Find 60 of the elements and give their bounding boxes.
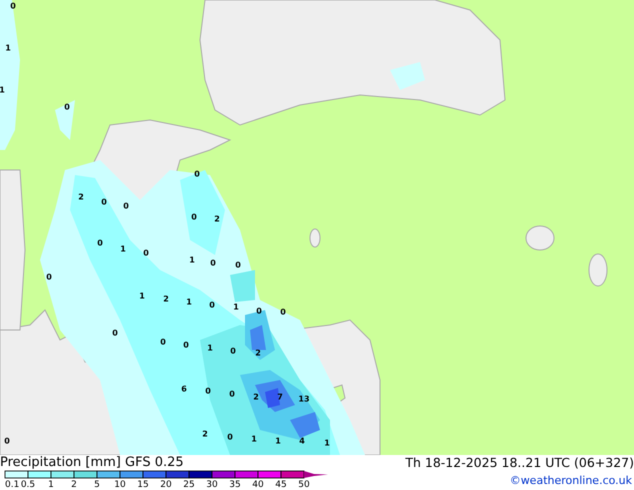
precipitation-value: 1 <box>275 436 281 446</box>
precipitation-value: 1 <box>186 298 192 306</box>
credit-link[interactable]: ©weatheronline.co.uk <box>510 474 632 487</box>
legend-tick: 2 <box>71 480 77 490</box>
precipitation-value: 0 <box>230 346 236 356</box>
precipitation-value: 4 <box>299 436 305 446</box>
precipitation-value: 0 <box>143 248 149 258</box>
legend-tick: 5 <box>94 480 100 490</box>
precipitation-value: 1 <box>233 302 239 312</box>
precipitation-value: 1 <box>0 86 5 94</box>
legend-tick: 35 <box>229 480 241 490</box>
precipitation-value: 2 <box>214 214 220 224</box>
precipitation-value: 0 <box>235 260 241 270</box>
precipitation-value: 0 <box>160 338 166 346</box>
precipitation-value: 2 <box>255 348 261 358</box>
precipitation-value: 7 <box>277 392 283 402</box>
precipitation-value: 0 <box>101 198 107 206</box>
valid-time: Th 18-12-2025 18..21 UTC (06+327) <box>405 455 634 470</box>
precipitation-value: 1 <box>120 244 126 254</box>
precipitation-value: 0 <box>227 432 233 442</box>
legend-tick: 15 <box>137 480 149 490</box>
precipitation-value: 1 <box>139 292 145 300</box>
precipitation-value: 0 <box>10 2 16 10</box>
precipitation-value: 0 <box>112 328 118 338</box>
precipitation-value: 0 <box>64 102 70 112</box>
chart-title: Precipitation [mm] GFS 0.25 <box>0 455 185 470</box>
precipitation-value: 6 <box>181 384 187 394</box>
precipitation-value: 0 <box>256 306 262 316</box>
precipitation-value: 0 <box>229 390 235 398</box>
precipitation-value: 0 <box>183 340 189 350</box>
precipitation-value: 1 <box>189 256 195 264</box>
legend-tick: 10 <box>114 480 126 490</box>
precipitation-value: 13 <box>298 394 310 404</box>
precipitation-value: 0 <box>210 258 216 268</box>
precipitation-value: 0 <box>97 238 103 248</box>
precipitation-value: 0 <box>205 386 211 396</box>
precipitation-value: 0 <box>280 308 286 316</box>
legend-tick: 25 <box>183 480 195 490</box>
legend-tick: 0.5 <box>20 480 36 490</box>
legend-tick: 20 <box>160 480 172 490</box>
precipitation-value: 2 <box>202 430 208 438</box>
legend-tick: 1 <box>48 480 54 490</box>
legend-tick: 50 <box>298 480 310 490</box>
legend-tick: 30 <box>206 480 218 490</box>
legend-tick: 40 <box>252 480 264 490</box>
precipitation-value: 0 <box>194 170 200 178</box>
precipitation-value: 0 <box>4 436 10 446</box>
precipitation-value: 0 <box>209 300 215 310</box>
precipitation-value: 0 <box>191 212 197 222</box>
precipitation-value: 1 <box>207 344 213 352</box>
precipitation-value: 0 <box>46 272 52 282</box>
precipitation-value: 1 <box>324 438 330 448</box>
precipitation-value: 1 <box>5 44 11 52</box>
precipitation-value: 2 <box>163 294 169 304</box>
precipitation-value: 1 <box>251 434 257 444</box>
precipitation-value: 2 <box>78 192 84 202</box>
legend-tick: 45 <box>275 480 287 490</box>
legend-tick: 0.1 <box>5 480 20 490</box>
precipitation-value: 0 <box>123 202 129 210</box>
precipitation-value: 2 <box>253 392 259 402</box>
